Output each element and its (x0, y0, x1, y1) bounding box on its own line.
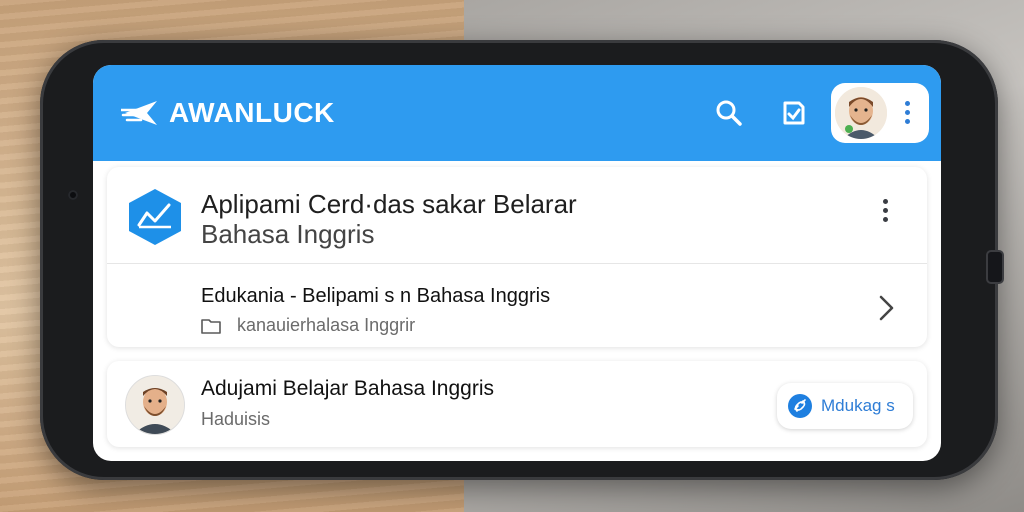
side-button (986, 250, 1004, 284)
app-title: Aplipami Cerd·das sakar Belarar Bahasa I… (201, 189, 841, 249)
folder-row: kanauierhalasa Inggrir (201, 315, 415, 336)
front-camera (68, 190, 78, 200)
chevron-right-icon[interactable] (877, 293, 897, 323)
brand[interactable]: AWANLUCK (121, 93, 335, 133)
lesson-avatar (125, 375, 185, 435)
search-icon[interactable] (713, 97, 745, 129)
folder-text: kanauierhalasa Inggrir (237, 315, 416, 335)
lesson-title: Adujami Belajar Bahasa Inggris (201, 377, 494, 400)
folder-icon (201, 318, 221, 334)
app-card-header: Aplipami Cerd·das sakar Belarar Bahasa I… (107, 167, 927, 264)
lesson-action-button[interactable]: Mdukag s (777, 383, 913, 429)
app-card[interactable]: Aplipami Cerd·das sakar Belarar Bahasa I… (107, 167, 927, 347)
more-vert-icon[interactable] (883, 199, 888, 222)
brand-plane-icon (121, 101, 157, 125)
checkbox-icon[interactable] (777, 97, 809, 129)
app-publisher: Edukania - Belipami s n Bahasa Inggris (201, 285, 551, 307)
brand-name: AWANLUCK (169, 97, 335, 128)
app-title-line2: Bahasa Inggris (201, 219, 375, 249)
top-app-bar: AWANLUCK (93, 65, 941, 161)
app-title-line1: Aplipami Cerd·das sakar Belarar (201, 189, 577, 219)
app-logo-icon (129, 189, 181, 245)
phone-frame: AWANLUCK Aplipami Cerd·das sakar Belarar… (40, 40, 1004, 480)
app-screen: AWANLUCK Aplipami Cerd·das sakar Belarar… (93, 65, 941, 461)
account-pill[interactable] (831, 83, 929, 143)
link-icon (788, 394, 812, 418)
lesson-card[interactable]: Adujami Belajar Bahasa Inggris Haduisis … (107, 361, 927, 447)
avatar[interactable] (835, 87, 887, 139)
lesson-subtitle: Haduisis (201, 409, 271, 429)
more-vert-icon[interactable] (905, 101, 910, 124)
lesson-action-label: Mdukag s (821, 396, 895, 415)
